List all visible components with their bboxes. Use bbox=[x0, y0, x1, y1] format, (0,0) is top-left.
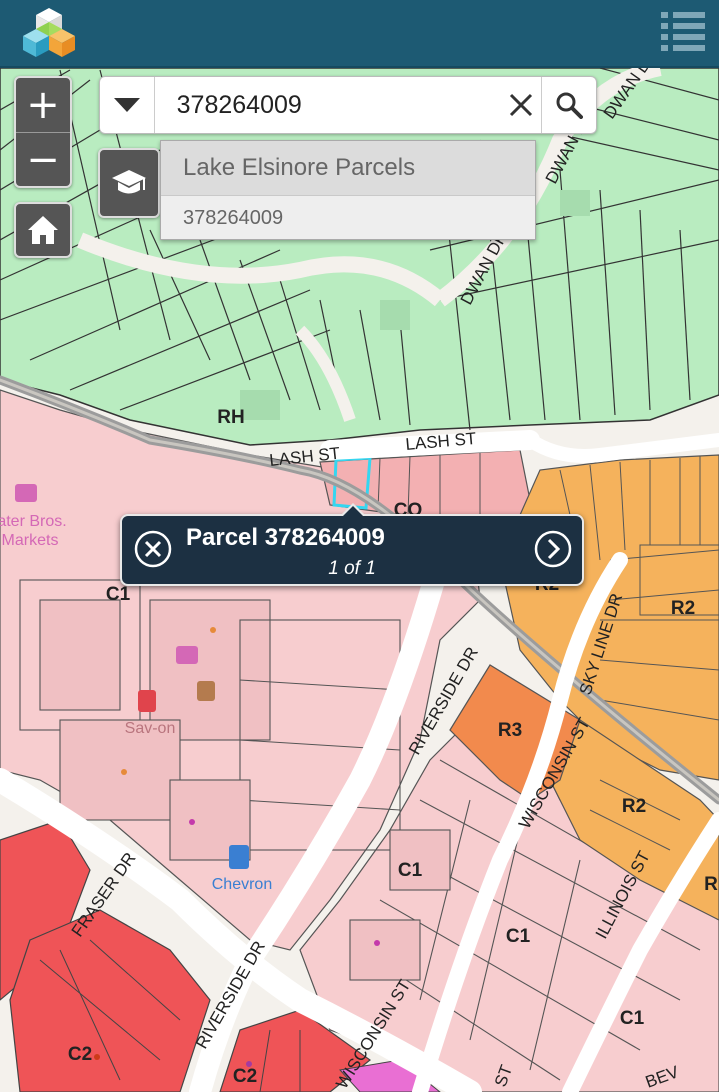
caret-down-icon bbox=[113, 98, 140, 112]
zone-label-c2-b: C2 bbox=[233, 1066, 257, 1087]
cube-logo-icon[interactable] bbox=[22, 6, 76, 58]
zone-label-rh: RH bbox=[217, 407, 244, 428]
search-source-dropdown[interactable] bbox=[100, 77, 155, 133]
search-icon bbox=[556, 92, 584, 119]
zoom-out-button[interactable]: − bbox=[16, 133, 70, 187]
popup-pointer-inner bbox=[342, 506, 364, 517]
poi-chevron: Chevron bbox=[212, 876, 272, 893]
clear-search-button[interactable] bbox=[501, 77, 543, 133]
home-button[interactable] bbox=[14, 202, 72, 258]
poi-savon: Sav-on bbox=[125, 720, 176, 737]
zone-label-r2-a: R2 bbox=[671, 598, 695, 619]
popup-pager: 1 of 1 bbox=[328, 558, 376, 579]
close-icon bbox=[509, 93, 533, 117]
app-header bbox=[0, 0, 719, 68]
zone-label-c1-b: C1 bbox=[398, 860, 423, 881]
zone-label-r2-c: R2 bbox=[622, 796, 646, 817]
zoom-in-button[interactable]: + bbox=[16, 78, 70, 132]
zone-label-c1-a: C1 bbox=[106, 584, 131, 605]
zone-label-r-partial: R bbox=[704, 874, 718, 895]
search-bar bbox=[99, 76, 597, 134]
zone-label-c2-a: C2 bbox=[68, 1044, 92, 1065]
poi-stater: ater Bros. bbox=[0, 513, 67, 530]
zone-label-r3: R3 bbox=[498, 720, 522, 741]
list-menu-icon[interactable] bbox=[661, 10, 705, 52]
zoom-control: + − bbox=[14, 76, 72, 188]
search-input[interactable] bbox=[154, 77, 501, 133]
popup-title: Parcel 378264009 bbox=[186, 524, 385, 551]
zone-label-c1-c: C1 bbox=[506, 926, 531, 947]
parcel-popup: Parcel 378264009 1 of 1 bbox=[120, 503, 584, 586]
poi-stater2: Markets bbox=[2, 532, 59, 549]
suggestion-item[interactable]: 378264009 bbox=[161, 196, 535, 240]
suggestion-group-header: Lake Elsinore Parcels bbox=[161, 141, 535, 196]
layers-button[interactable] bbox=[98, 148, 160, 218]
chevron-right-circle-icon[interactable] bbox=[534, 530, 572, 568]
search-suggestions: Lake Elsinore Parcels 378264009 bbox=[160, 140, 536, 240]
search-button[interactable] bbox=[542, 77, 596, 133]
graduation-cap-icon bbox=[112, 170, 146, 194]
home-icon bbox=[28, 216, 58, 244]
zone-label-c1-d: C1 bbox=[620, 1008, 645, 1029]
